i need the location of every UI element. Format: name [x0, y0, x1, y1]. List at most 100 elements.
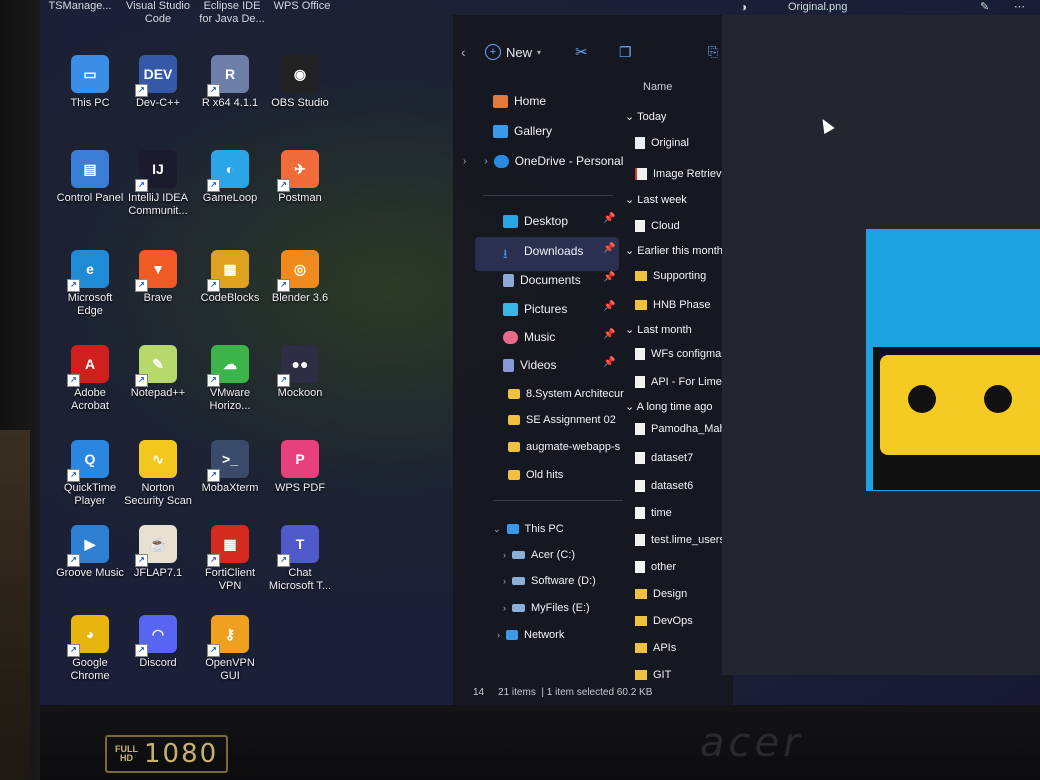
computer-icon: [506, 524, 519, 534]
group-today[interactable]: ⌄ Today: [625, 110, 666, 123]
folder-icon: [635, 616, 647, 626]
desktop-icon-blender-3-6[interactable]: ◎ ↗ Blender 3.6: [265, 250, 335, 305]
desktop-icon-label: Notepad++: [130, 387, 186, 399]
shortcut-arrow-icon: ↗: [135, 554, 148, 567]
pin-icon[interactable]: 📌: [603, 272, 615, 283]
desktop-icon-r-x64-4-1-1[interactable]: R ↗ R x64 4.1.1: [195, 55, 265, 110]
shortcut-arrow-icon: ↗: [67, 469, 80, 482]
top-label-2[interactable]: Visual Studio Code: [118, 0, 198, 26]
gallery-icon: [493, 124, 508, 138]
desktop-icon-vmware[interactable]: ☁ ↗ VMware Horizo...: [195, 345, 265, 413]
pin-icon[interactable]: 📌: [603, 329, 615, 340]
nav-documents[interactable]: Documents: [503, 269, 581, 291]
group-last-week[interactable]: ⌄ Last week: [625, 193, 687, 206]
pin-icon[interactable]: 📌: [603, 301, 615, 312]
desktop-icon-this-pc[interactable]: ▭ This PC: [55, 55, 125, 110]
nav-downloads[interactable]: ⭳ Downloads: [503, 240, 583, 262]
icon-glyph: Q: [84, 451, 96, 467]
folder-icon: [635, 271, 647, 281]
nav-gallery[interactable]: Gallery: [493, 120, 552, 142]
folder-icon: [508, 389, 520, 399]
shortcut-arrow-icon: ↗: [277, 279, 290, 292]
desktop-icon-discord[interactable]: ◠ ↗ Discord: [123, 615, 193, 670]
app-icon: ◎ ↗: [277, 250, 319, 292]
desktop-icon-wps-pdf[interactable]: P WPS PDF: [265, 440, 335, 495]
desktop-icon-gameloop[interactable]: ◐ ↗ GameLoop: [195, 150, 265, 205]
icon-glyph: ⚷: [224, 625, 236, 642]
nav-drive-c[interactable]: › Acer (C:): [503, 544, 575, 566]
nav-folder-system-architecture[interactable]: 8.System Architecur: [508, 383, 624, 405]
icon-glyph: ▭: [83, 65, 97, 82]
nav-network[interactable]: › Network: [497, 624, 564, 646]
pin-icon[interactable]: 📌: [603, 213, 615, 224]
download-arrow-icon: ⭳: [503, 245, 508, 261]
desktop-icon-jflap7-1[interactable]: ☕ ↗ JFLAP7.1: [123, 525, 193, 580]
app-icon: ●● ↗: [277, 345, 319, 387]
edit-icon[interactable]: ✎: [980, 0, 989, 13]
shortcut-arrow-icon: ↗: [207, 279, 220, 292]
desktop-icon-norton[interactable]: ∿ Norton Security Scan: [123, 440, 193, 508]
desktop-icon-adobe[interactable]: A ↗ Adobe Acrobat: [55, 345, 125, 413]
icon-glyph: ▼: [151, 261, 165, 277]
file-icon: [635, 452, 645, 464]
file-icon: [635, 507, 645, 519]
desktop-icon-quicktime[interactable]: Q ↗ QuickTime Player: [55, 440, 125, 508]
nav-drive-d[interactable]: › Software (D:): [503, 570, 596, 592]
group-earlier-this-month[interactable]: ⌄ Earlier this month: [625, 244, 723, 257]
plus-icon: +: [485, 44, 501, 60]
pin-icon[interactable]: 📌: [603, 243, 615, 254]
desktop-icon-mobaxterm[interactable]: >_ ↗ MobaXterm: [195, 440, 265, 495]
desktop-icon-label: IntelliJ IDEA Communit...: [128, 192, 188, 217]
new-button[interactable]: + New ▾: [485, 44, 541, 60]
nav-this-pc[interactable]: ⌄ This PC: [493, 518, 564, 540]
shortcut-arrow-icon: ↗: [207, 469, 220, 482]
desktop-icon-label: FortiClient VPN: [204, 567, 256, 592]
app-icon: ✎ ↗: [135, 345, 177, 387]
nav-music[interactable]: Music: [503, 326, 555, 348]
file-icon: [635, 376, 645, 388]
app-icon: ∿: [139, 440, 177, 478]
nav-folder-old-hits[interactable]: Old hits: [508, 464, 563, 486]
top-label-3[interactable]: Eclipse IDE for Java De...: [192, 0, 272, 26]
desktop-icon-google[interactable]: ◕ ↗ Google Chrome: [55, 615, 125, 683]
desktop-icon-chat[interactable]: T ↗ Chat Microsoft T...: [265, 525, 335, 593]
desktop-icon-control-panel[interactable]: ▤ Control Panel: [55, 150, 125, 205]
desktop-icon-codeblocks[interactable]: ▦ ↗ CodeBlocks: [195, 250, 265, 305]
nav-pictures[interactable]: Pictures: [503, 298, 567, 320]
desktop-icon-dev-c-[interactable]: DEV ↗ Dev-C++: [123, 55, 193, 110]
nav-folder-se-assignment[interactable]: SE Assignment 02: [508, 409, 616, 431]
desktop-icon-groove-music[interactable]: ▶ ↗ Groove Music: [55, 525, 125, 580]
top-label-4[interactable]: WPS Office: [262, 0, 342, 13]
group-long-time-ago[interactable]: ⌄ A long time ago: [625, 400, 713, 413]
nav-desktop[interactable]: Desktop: [503, 210, 568, 232]
desktop-icon-openvpn[interactable]: ⚷ ↗ OpenVPN GUI: [195, 615, 265, 683]
cloud-icon: [493, 154, 509, 168]
file-explorer-window: ‹ + New ▾ ✂ ❐ ⎘ Home Gallery › › OneDriv…: [453, 15, 733, 705]
nav-home[interactable]: Home: [493, 90, 546, 112]
column-header-name[interactable]: Name: [643, 81, 672, 93]
cut-icon[interactable]: ✂: [575, 43, 588, 61]
group-last-month[interactable]: ⌄ Last month: [625, 323, 692, 336]
desktop-icon-microsoft[interactable]: e ↗ Microsoft Edge: [55, 250, 125, 318]
icon-glyph: ☁: [223, 355, 237, 372]
back-chevron-icon[interactable]: ‹: [461, 44, 466, 60]
nav-drive-e[interactable]: › MyFiles (E:): [503, 597, 590, 619]
top-label-1[interactable]: TSManage...: [40, 0, 120, 13]
more-icon[interactable]: ⋯: [1014, 0, 1025, 13]
pin-icon[interactable]: 📌: [603, 357, 615, 368]
desktop-icon-forticlient[interactable]: ▦ ↗ FortiClient VPN: [195, 525, 265, 593]
folder-icon: [508, 442, 520, 452]
icon-glyph: ◉: [293, 65, 307, 82]
folder-icon: [635, 589, 647, 599]
desktop-icon-intellij-idea[interactable]: IJ ↗ IntelliJ IDEA Communit...: [123, 150, 193, 218]
desktop-icon-postman[interactable]: ✈ ↗ Postman: [265, 150, 335, 205]
desktop-icon-obs-studio[interactable]: ◉ OBS Studio: [265, 55, 335, 110]
collapse-chevron-icon: ⌄: [493, 523, 501, 534]
preview-title: Original.png: [788, 1, 848, 13]
desktop-icon-mockoon[interactable]: ●● ↗ Mockoon: [265, 345, 335, 400]
nav-folder-augmate[interactable]: augmate-webapp-s: [508, 436, 620, 458]
desktop-icon-notepad-[interactable]: ✎ ↗ Notepad++: [123, 345, 193, 400]
nav-onedrive[interactable]: › › OneDrive - Personal: [463, 150, 623, 172]
desktop-icon-brave[interactable]: ▼ ↗ Brave: [123, 250, 193, 305]
nav-videos[interactable]: Videos: [503, 354, 556, 376]
